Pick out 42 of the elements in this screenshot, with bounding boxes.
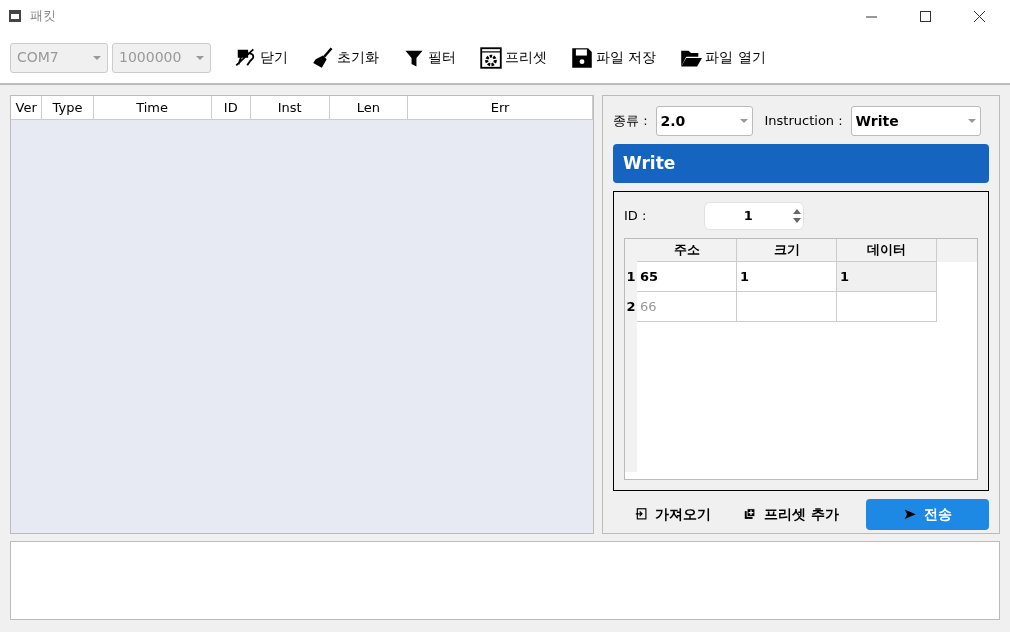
row-number: 2 xyxy=(625,292,637,322)
send-button[interactable]: 전송 xyxy=(866,499,989,530)
send-icon xyxy=(903,507,918,522)
id-label: ID : xyxy=(624,207,647,226)
dropdown[interactable]: Write xyxy=(850,106,981,136)
table-cell: 1 xyxy=(737,262,837,292)
column-header[interactable]: Ver xyxy=(11,96,43,119)
toolbar-button[interactable]: 프리셋 xyxy=(476,46,551,69)
number-spinner[interactable]: 1 xyxy=(704,202,805,230)
column-header[interactable]: Inst xyxy=(250,96,330,119)
toolbar-button[interactable]: 초기화 xyxy=(308,46,383,69)
maximize-icon[interactable] xyxy=(919,11,931,22)
table-cell: 1 xyxy=(837,262,937,292)
import-icon xyxy=(635,507,649,522)
instruction-label: Instruction : xyxy=(764,112,843,131)
action-button[interactable]: 프리셋 추가 xyxy=(738,503,845,526)
caret-icon xyxy=(93,55,101,60)
app-icon xyxy=(8,9,22,23)
type-label: 종류 : xyxy=(613,112,648,131)
column-header[interactable]: Time xyxy=(93,96,212,119)
caret-icon xyxy=(196,55,204,60)
caret-icon xyxy=(739,119,748,123)
column-header[interactable]: Type xyxy=(42,96,94,119)
toolbar-button[interactable]: 필터 xyxy=(399,46,460,69)
window-title: 패킷 xyxy=(30,7,57,26)
dropdown[interactable]: 2.0 xyxy=(655,106,753,136)
broom-icon xyxy=(312,46,334,69)
column-header[interactable]: Err xyxy=(408,96,593,119)
column-header[interactable]: Len xyxy=(329,96,409,119)
action-button[interactable]: 가져오기 xyxy=(629,503,717,526)
column-header[interactable]: ID xyxy=(211,96,251,119)
table-cell: 65 xyxy=(637,262,737,292)
caret-icon xyxy=(967,119,976,123)
table-cell: 66 xyxy=(637,292,737,322)
toolbar-button[interactable]: 닫기 xyxy=(231,46,292,69)
row-number: 1 xyxy=(625,262,637,292)
toolbar-button[interactable]: 파일 열기 xyxy=(676,46,770,69)
close-icon[interactable] xyxy=(973,11,985,22)
toolbar-button[interactable]: 파일 저장 xyxy=(567,46,661,69)
section-header: Write xyxy=(613,144,989,183)
unplug-icon xyxy=(235,46,257,69)
gear-window-icon xyxy=(480,46,502,69)
